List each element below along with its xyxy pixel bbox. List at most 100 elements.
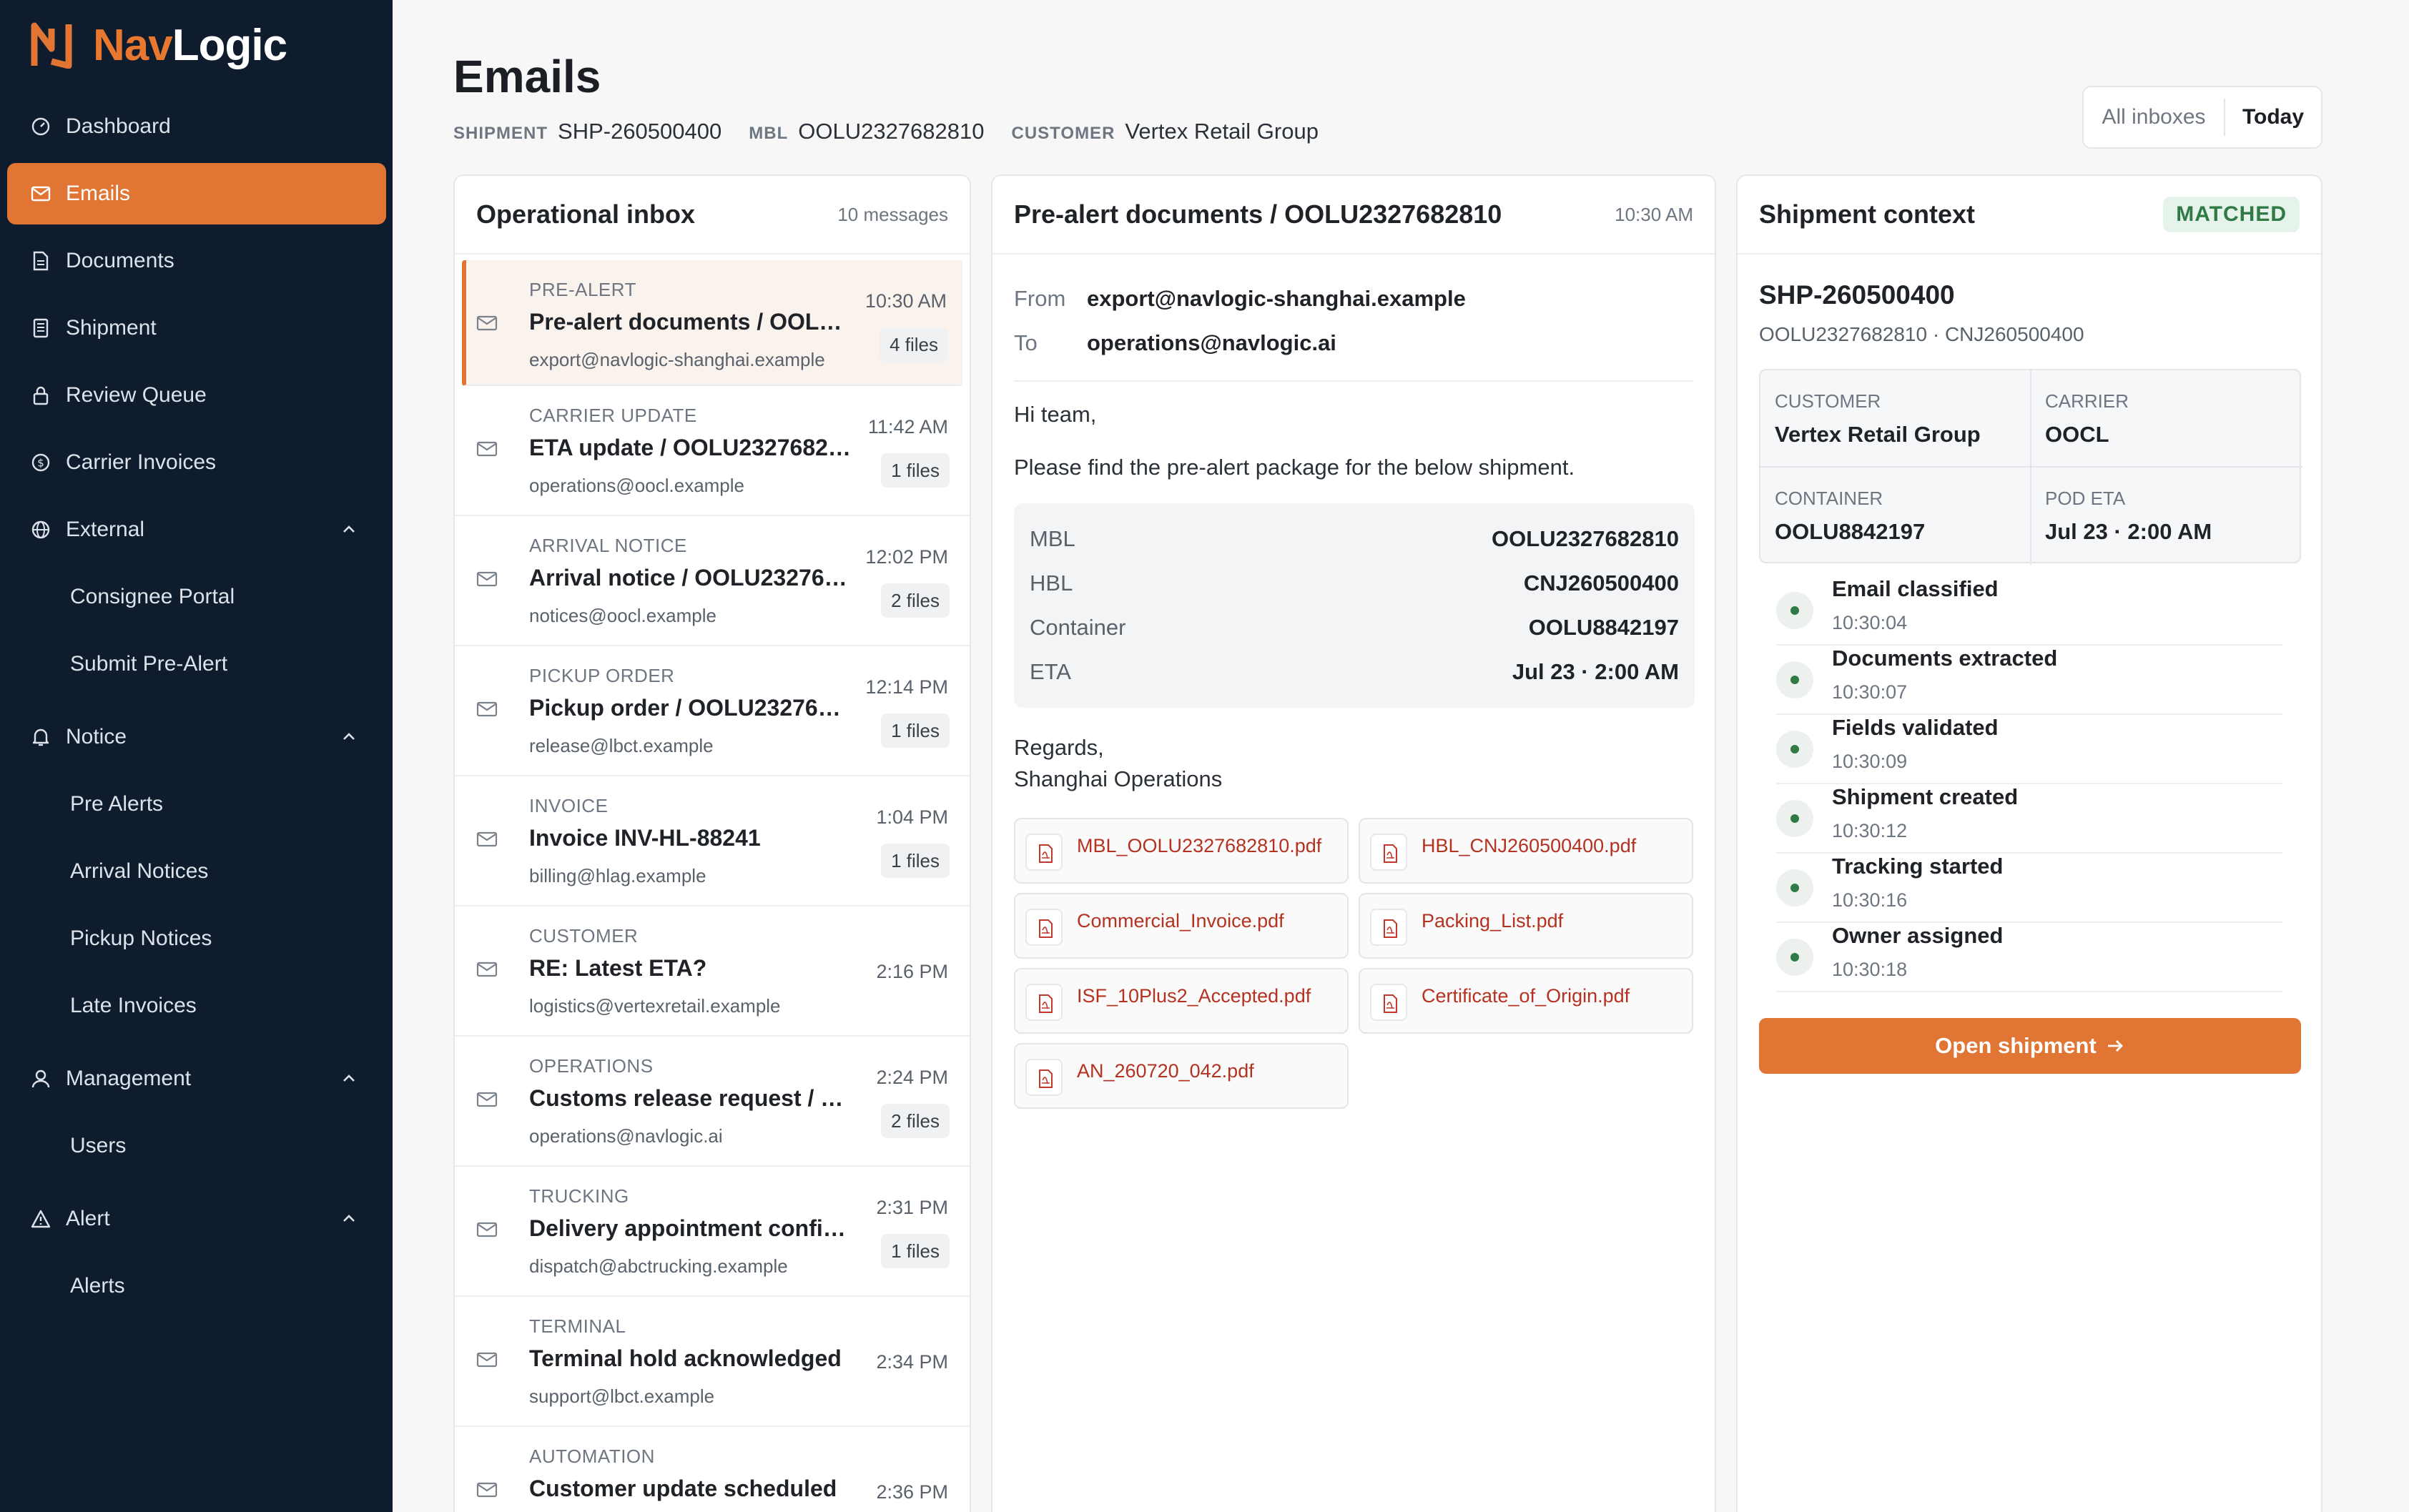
open-shipment-button[interactable]: Open shipment (1759, 1018, 2301, 1074)
check-status-icon (1776, 661, 1813, 698)
message-subject: Invoice INV-HL-88241 (529, 825, 761, 851)
filter-today[interactable]: Today (2225, 105, 2321, 129)
brand-logo[interactable]: NavLogic (30, 20, 287, 70)
main-nav: Dashboard Emails Documents Shipment Revi… (7, 96, 386, 1323)
status-badge: MATCHED (2163, 197, 2300, 232)
nav-label: Users (70, 1134, 127, 1157)
inbox-message[interactable]: CUSTOMER RE: Latest ETA? logistics@vertexr… (455, 906, 970, 1037)
nav-item-submit-pre-alert[interactable]: Submit Pre-Alert (7, 633, 386, 695)
pdf-file-icon (1025, 834, 1063, 871)
nav-item-review-queue[interactable]: Review Queue (7, 365, 386, 426)
inbox-message[interactable]: TRUCKING Delivery appointment confirmatio… (455, 1167, 970, 1297)
divider (1014, 380, 1693, 382)
message-category: AUTOMATION (529, 1446, 655, 1467)
from-label: From (1014, 286, 1066, 311)
message-category: CARRIER UPDATE (529, 405, 697, 426)
inbox-header: Operational inbox 10 messages (455, 176, 970, 255)
nav-label: Management (66, 1067, 192, 1090)
to-address[interactable]: operations@navlogic.ai (1087, 330, 1336, 355)
attachment-file[interactable]: HBL_CNJ260500400.pdf (1359, 818, 1693, 884)
detail-value: Vertex Retail Group (1775, 422, 1981, 447)
attachment-count-badge: 2 files (881, 583, 950, 618)
inbox-message[interactable]: TERMINAL Terminal hold acknowledged suppor… (455, 1297, 970, 1427)
message-time: 11:42 AM (867, 416, 948, 438)
timeline-step: Shipment created 10:30:12 (1776, 784, 2282, 854)
timeline-step: Fields validated 10:30:09 (1776, 715, 2282, 784)
inbox-message[interactable]: CARRIER UPDATE ETA update / OOLU232768281… (455, 386, 970, 516)
nav-label: Review Queue (66, 383, 207, 407)
message-category: PRE-ALERT (529, 279, 636, 300)
inbox-message[interactable]: INVOICE Invoice INV-HL-88241 billing@hlag.… (455, 776, 970, 906)
filter-all-inboxes[interactable]: All inboxes (2084, 99, 2225, 136)
inbox-message[interactable]: AUTOMATION Customer update scheduled 2:36 … (455, 1427, 970, 1512)
field-row: HBL CNJ260500400 (1030, 570, 1679, 599)
message-subject: Delivery appointment confirmation (529, 1215, 851, 1241)
nav-item-pre-alerts[interactable]: Pre Alerts (7, 774, 386, 835)
message-time: 12:14 PM (865, 676, 948, 698)
attachment-count-badge: 1 files (881, 713, 950, 748)
chevron-up-icon[interactable] (339, 1208, 359, 1228)
shipment-value: SHP-260500400 (558, 119, 722, 144)
message-subject: Customer update scheduled (529, 1476, 837, 1501)
nav-item-carrier-invoices[interactable]: $ Carrier Invoices (7, 432, 386, 493)
nav-item-dashboard[interactable]: Dashboard (7, 96, 386, 157)
nav-item-users[interactable]: Users (7, 1115, 386, 1177)
nav-item-documents[interactable]: Documents (7, 230, 386, 292)
detail-label: CARRIER (2045, 390, 2129, 412)
step-title: Tracking started (1832, 854, 2004, 879)
attachment-file[interactable]: AN_260720_042.pdf (1014, 1043, 1349, 1109)
attachment-file[interactable]: Packing_List.pdf (1359, 893, 1693, 959)
message-time: 1:04 PM (876, 806, 948, 828)
nav-item-consignee-portal[interactable]: Consignee Portal (7, 566, 386, 628)
attachment-name: HBL_CNJ260500400.pdf (1422, 835, 1637, 856)
chevron-up-icon[interactable] (339, 519, 359, 539)
shipment-fields-box: MBL OOLU2327682810 HBL CNJ260500400 Contai… (1014, 503, 1695, 708)
attachment-file[interactable]: Certificate_of_Origin.pdf (1359, 968, 1693, 1034)
attachment-file[interactable]: MBL_OOLU2327682810.pdf (1014, 818, 1349, 884)
attachment-name: MBL_OOLU2327682810.pdf (1077, 835, 1322, 856)
user-icon (30, 1068, 51, 1089)
chevron-up-icon[interactable] (339, 1068, 359, 1088)
attachment-name: ISF_10Plus2_Accepted.pdf (1077, 985, 1311, 1007)
field-key: HBL (1030, 570, 1073, 596)
nav-item-arrival-notices[interactable]: Arrival Notices (7, 841, 386, 902)
mbl-label: MBL (749, 124, 789, 143)
nav-label: Alerts (70, 1274, 125, 1298)
nav-item-alerts[interactable]: Alerts (7, 1255, 386, 1317)
message-time: 2:31 PM (876, 1197, 948, 1218)
nav-item-management[interactable]: Management (7, 1048, 386, 1110)
inbox-message[interactable]: PICKUP ORDER Pickup order / OOLU232768281… (455, 646, 970, 776)
mail-icon (476, 1091, 498, 1108)
shipment-id[interactable]: SHP-260500400 (1759, 280, 1955, 310)
message-sender: logistics@vertexretail.example (529, 995, 781, 1017)
mail-icon (476, 1481, 498, 1498)
step-time: 10:30:18 (1832, 959, 1908, 980)
from-address[interactable]: export@navlogic-shanghai.example (1087, 286, 1466, 311)
nav-item-emails[interactable]: Emails (7, 163, 386, 224)
message-subject: Arrival notice / OOLU2327682810 (529, 565, 851, 591)
message-time: 2:16 PM (876, 961, 948, 982)
field-key: ETA (1030, 659, 1071, 684)
inbox-message[interactable]: PRE-ALERT Pre-alert documents / OOLU23276… (462, 260, 962, 386)
inbox-message[interactable]: ARRIVAL NOTICE Arrival notice / OOLU23276… (455, 516, 970, 646)
timeline-step: Documents extracted 10:30:07 (1776, 646, 2282, 715)
inbox-message[interactable]: OPERATIONS Customs release request / OOLU… (455, 1037, 970, 1167)
message-sender: dispatch@abctrucking.example (529, 1255, 788, 1277)
message-count: 10 messages (837, 203, 948, 225)
message-sender: support@lbct.example (529, 1385, 715, 1407)
nav-item-alert[interactable]: Alert (7, 1188, 386, 1250)
nav-item-shipment[interactable]: Shipment (7, 297, 386, 359)
customer-value: Vertex Retail Group (1125, 119, 1319, 144)
attachment-file[interactable]: ISF_10Plus2_Accepted.pdf (1014, 968, 1349, 1034)
nav-item-external[interactable]: External (7, 499, 386, 560)
message-category: OPERATIONS (529, 1055, 654, 1077)
chevron-up-icon[interactable] (339, 726, 359, 746)
nav-item-notice[interactable]: Notice (7, 706, 386, 768)
field-key: MBL (1030, 526, 1075, 551)
step-time: 10:30:04 (1832, 612, 1908, 633)
shipment-details-grid: CUSTOMER Vertex Retail Group CARRIER OOCL … (1759, 369, 2302, 565)
nav-item-late-invoices[interactable]: Late Invoices (7, 975, 386, 1037)
dollar-circle-icon: $ (30, 452, 51, 473)
attachment-file[interactable]: Commercial_Invoice.pdf (1014, 893, 1349, 959)
nav-item-pickup-notices[interactable]: Pickup Notices (7, 908, 386, 969)
